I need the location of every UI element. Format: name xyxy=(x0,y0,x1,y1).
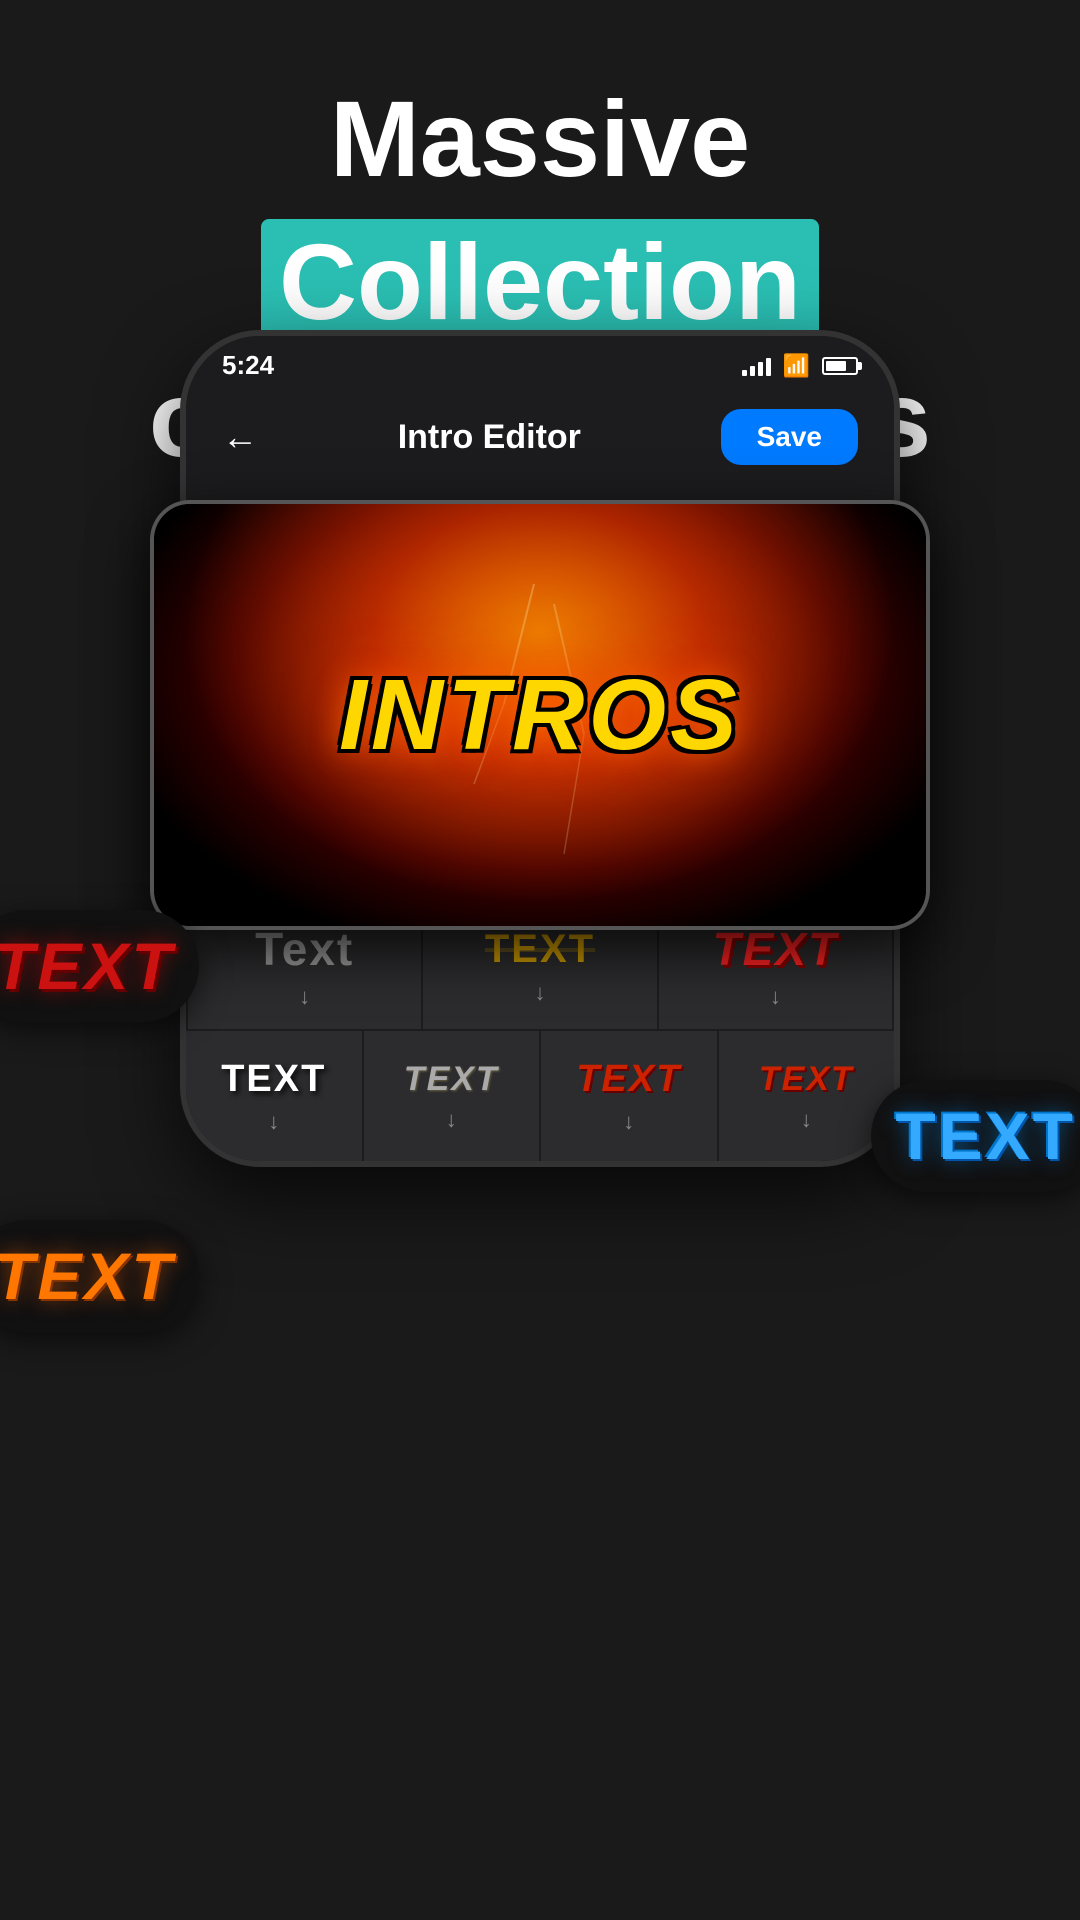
intros-title: INTROS xyxy=(339,658,741,773)
bottom-preset-3[interactable]: TEXT ↓ xyxy=(541,1031,717,1161)
bubble-top-right: TEXT xyxy=(871,1080,1080,1192)
bottom-preset-1[interactable]: TEXT ↓ xyxy=(186,1031,362,1161)
hero-collection-highlight: Collection xyxy=(261,219,819,346)
nav-title: Intro Editor xyxy=(398,418,581,457)
preset-text-red-block: TEXT xyxy=(713,922,839,976)
video-preview-container: INTROS xyxy=(150,500,930,930)
bottom-preset-4[interactable]: TEXT ↓ xyxy=(719,1031,895,1161)
hero-line1: Massive Collection xyxy=(60,80,1020,346)
preset-text-ornate: TEXT xyxy=(485,927,595,972)
download-arrow-5: ↓ xyxy=(534,980,545,1006)
status-bar: 5:24 📶 xyxy=(186,336,894,391)
bottom-text-3: TEXT xyxy=(576,1058,681,1101)
signal-icon xyxy=(742,356,771,376)
status-icons: 📶 xyxy=(742,353,858,379)
wifi-icon: 📶 xyxy=(783,353,810,379)
bubble-top-left: TEXT xyxy=(0,910,199,1022)
preset-text-silver: Text xyxy=(255,922,354,976)
bottom-text-1: TEXT xyxy=(221,1058,326,1101)
bottom-presets-row: TEXT ↓ TEXT ↓ TEXT ↓ TEXT ↓ xyxy=(186,1031,894,1161)
video-preview: INTROS xyxy=(150,500,930,930)
battery-icon xyxy=(822,357,858,375)
status-time: 5:24 xyxy=(222,350,274,381)
download-arrow-b3: ↓ xyxy=(623,1109,634,1135)
download-arrow-b2: ↓ xyxy=(446,1107,457,1133)
bubble-red-text: TEXT xyxy=(0,929,175,1003)
download-arrow-b1: ↓ xyxy=(268,1109,279,1135)
hero-massive: Massive xyxy=(330,80,750,199)
bottom-text-4: TEXT xyxy=(759,1060,854,1099)
bubble-orange-text: TEXT xyxy=(0,1239,175,1313)
nav-bar: ← Intro Editor Save xyxy=(186,391,894,483)
download-arrow-6: ↓ xyxy=(770,984,781,1010)
bottom-text-2: TEXT xyxy=(404,1060,499,1099)
download-arrow-b4: ↓ xyxy=(801,1107,812,1133)
save-button[interactable]: Save xyxy=(721,409,858,465)
back-button[interactable]: ← xyxy=(222,416,258,458)
bubble-blue-text: TEXT xyxy=(895,1099,1076,1173)
bubble-mid-left: TEXT xyxy=(0,1220,199,1332)
bottom-preset-2[interactable]: TEXT ↓ xyxy=(364,1031,540,1161)
download-arrow-4: ↓ xyxy=(299,984,310,1010)
